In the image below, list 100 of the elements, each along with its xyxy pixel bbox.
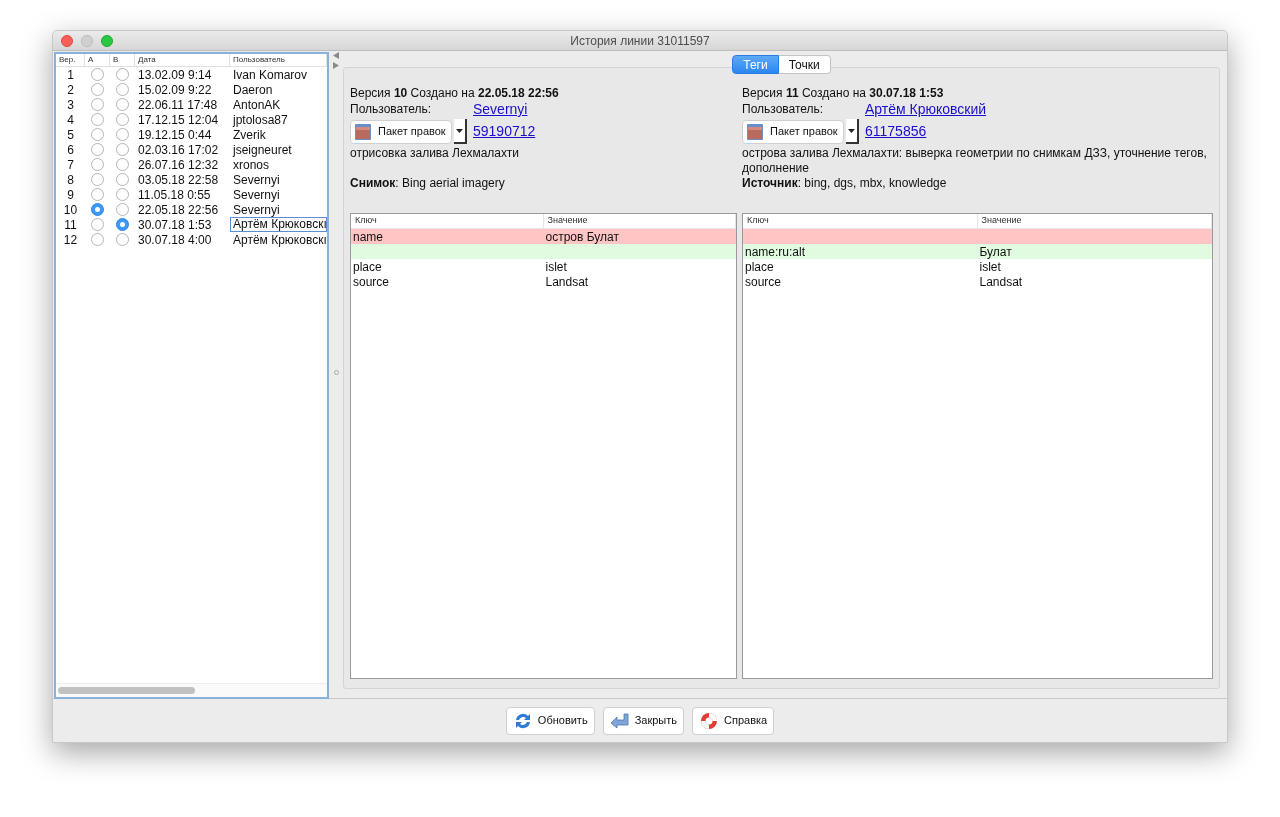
radio-button[interactable]: [116, 98, 129, 111]
user-cell-text: Ivan Komarov: [232, 67, 308, 82]
version-number: 1: [67, 66, 74, 84]
tag-row[interactable]: name:ru:alt Булат: [743, 244, 1212, 259]
date-cell: 30.07.18 1:53: [138, 217, 212, 232]
radio-button[interactable]: [91, 128, 104, 141]
table-cell: Landsat: [545, 274, 589, 289]
radio-button[interactable]: [91, 83, 104, 96]
column-header[interactable]: Вер.: [59, 54, 76, 66]
maximize-window-button[interactable]: [101, 34, 113, 47]
user-link[interactable]: Артём Крюковский: [865, 101, 987, 117]
refresh-button[interactable]: Обновить: [505, 706, 595, 735]
dropdown-button[interactable]: [454, 119, 467, 144]
table-cell: Булат: [979, 244, 1012, 259]
radio-button[interactable]: [116, 83, 129, 96]
dropdown-button[interactable]: [846, 119, 859, 144]
column-header[interactable]: Ключ: [747, 214, 769, 228]
expand-right-icon[interactable]: [333, 62, 339, 69]
table-cell: Landsat: [979, 274, 1023, 289]
horizontal-scrollbar[interactable]: [58, 687, 195, 694]
date-cell: 17.12.15 12:04: [138, 112, 219, 127]
user-cell-text: Severnyi: [232, 202, 280, 217]
close-button[interactable]: Закрыть: [602, 706, 684, 735]
radio-button[interactable]: [91, 98, 104, 111]
radio-button[interactable]: [116, 143, 129, 156]
user-cell-text: jptolosa87: [231, 112, 288, 127]
version-number: 10: [63, 201, 78, 219]
column-header[interactable]: Значение: [547, 214, 588, 228]
lifebuoy-icon: [699, 710, 719, 731]
date-cell: 13.02.09 9:14: [138, 67, 212, 82]
user-cell: Артём Крюковскı: [230, 217, 327, 232]
column-header[interactable]: Дата: [138, 54, 156, 66]
tag-row[interactable]: name остров Булат: [351, 229, 736, 244]
table-cell: name: [353, 229, 384, 244]
version-number: 6: [67, 141, 74, 159]
radio-button[interactable]: [91, 113, 104, 126]
table-cell: name:ru:alt: [745, 244, 806, 259]
user-label: Пользователь:: [742, 101, 825, 117]
package-icon: [354, 122, 372, 141]
close-window-button[interactable]: [61, 34, 73, 47]
version-number: 9: [67, 186, 74, 204]
column-header[interactable]: Пользователь: [233, 54, 285, 66]
radio-button[interactable]: [91, 158, 104, 171]
radio-button[interactable]: [91, 203, 104, 216]
user-cell-text: xronos: [232, 157, 270, 172]
version-number: 11: [64, 216, 77, 234]
radio-button[interactable]: [116, 113, 129, 126]
radio-button[interactable]: [116, 218, 129, 231]
caret-icon: [456, 128, 463, 133]
user-label: Пользователь:: [350, 101, 433, 117]
table-cell: source: [745, 274, 782, 289]
table-cell: place: [353, 259, 382, 274]
user-cell-text: Daeron: [232, 82, 273, 97]
radio-button[interactable]: [91, 173, 104, 186]
changeset-button[interactable]: Пакет правок: [350, 119, 452, 144]
tag-row[interactable]: [351, 244, 736, 259]
version-number: 7: [67, 156, 74, 174]
collapse-left-icon[interactable]: [333, 52, 339, 59]
radio-button[interactable]: [91, 218, 104, 231]
version-number: 2: [67, 81, 74, 99]
help-button[interactable]: Справка: [692, 706, 775, 735]
table-cell: islet: [979, 259, 1001, 274]
tab[interactable]: Точки: [778, 55, 831, 74]
table-cell: islet: [545, 259, 567, 274]
column-header[interactable]: Ключ: [355, 214, 377, 228]
radio-button[interactable]: [116, 233, 129, 246]
version-heading: Версия 11 Создано на 30.07.18 1:53: [742, 86, 945, 101]
changeset-link[interactable]: 59190712: [473, 121, 536, 142]
table-cell: остров Булат: [545, 229, 619, 244]
date-cell: 02.03.16 17:02: [138, 142, 219, 157]
user-cell-text: jseigneuret: [231, 142, 292, 157]
radio-button[interactable]: [91, 143, 104, 156]
radio-button[interactable]: [116, 128, 129, 141]
minimize-window-button[interactable]: [81, 34, 93, 47]
radio-button[interactable]: [116, 68, 129, 81]
user-cell-text: Severnyi: [232, 172, 280, 187]
radio-button[interactable]: [91, 188, 104, 201]
user-cell-text: AntonAK: [232, 97, 281, 112]
return-arrow-icon: [609, 711, 630, 730]
version-number: 3: [67, 96, 74, 114]
radio-button[interactable]: [116, 158, 129, 171]
column-header[interactable]: Значение: [981, 214, 1022, 228]
radio-button[interactable]: [116, 203, 129, 216]
version-number: 8: [67, 171, 74, 189]
user-link[interactable]: Severnyi: [473, 101, 528, 117]
column-header[interactable]: B: [113, 54, 119, 66]
source-text: Снимок: Bing aerial imagery: [350, 176, 506, 191]
column-header[interactable]: A: [88, 54, 94, 66]
date-cell: 22.05.18 22:56: [138, 202, 219, 217]
date-cell: 26.07.16 12:32: [138, 157, 219, 172]
caret-icon: [848, 128, 855, 133]
tag-row[interactable]: [743, 229, 1212, 244]
radio-button[interactable]: [116, 188, 129, 201]
radio-button[interactable]: [91, 233, 104, 246]
user-cell-text: Артём Крюковскı: [232, 232, 327, 247]
radio-button[interactable]: [116, 173, 129, 186]
changeset-button[interactable]: Пакет правок: [742, 119, 844, 144]
changeset-link[interactable]: 61175856: [865, 121, 927, 142]
radio-button[interactable]: [91, 68, 104, 81]
splitter-grip-icon[interactable]: [333, 370, 339, 375]
